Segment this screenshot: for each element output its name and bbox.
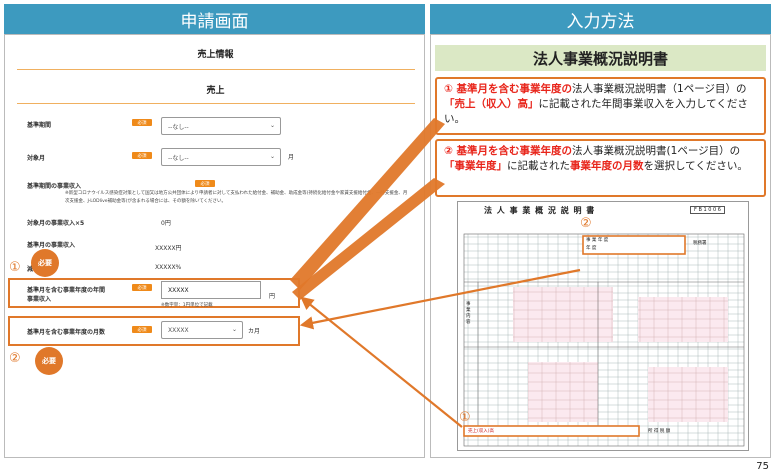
arrow-instruction-1 [290,118,445,290]
page-number: 75 [756,461,769,472]
arrow-form-2 [299,268,581,330]
connector-arrows [290,118,581,428]
arrow-form-1 [300,296,463,428]
